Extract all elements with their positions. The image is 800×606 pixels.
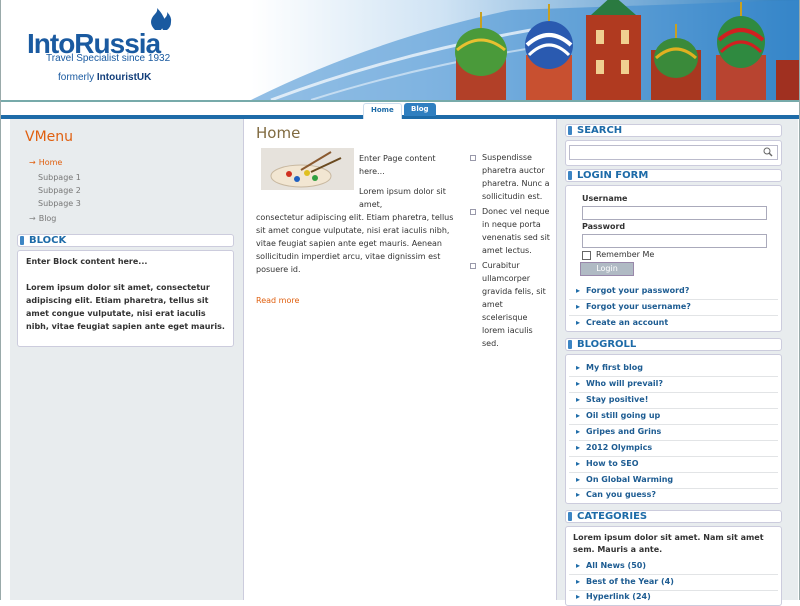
blogroll-item[interactable]: 2012 Olympics (576, 443, 652, 452)
vmenu-item-label: Home (38, 158, 63, 167)
logo-former: formerly IntouristUK (58, 72, 151, 83)
blogroll-item[interactable]: Can you guess? (576, 490, 656, 499)
password-label: Password (582, 222, 626, 231)
blogroll-header: BLOGROLL (565, 338, 782, 351)
blogroll-item[interactable]: Gripes and Grins (576, 427, 661, 436)
page-body-top: Lorem ipsum dolor sit amet, (359, 187, 446, 209)
categories-header: CATEGORIES (565, 510, 782, 523)
blogroll-item[interactable]: On Global Warming (576, 475, 673, 484)
page-title: Home (256, 124, 301, 142)
divider (569, 424, 778, 425)
blogroll-item[interactable]: How to SEO (576, 459, 639, 468)
password-field[interactable] (582, 234, 767, 248)
vmenu-title: VMenu (25, 129, 74, 145)
site-logo[interactable]: IntoRussia Travel Specialist since 1932 … (27, 8, 207, 88)
page-body: consectetur adipiscing elit. Etiam phare… (256, 213, 454, 274)
divider (569, 590, 778, 591)
vmenu-item-home[interactable]: → Home (29, 158, 62, 167)
vmenu-item-blog[interactable]: → Blog (29, 214, 56, 223)
divider (569, 408, 778, 409)
login-header: LOGIN FORM (565, 169, 782, 182)
remember-me-checkbox[interactable] (582, 251, 591, 260)
forgot-password-link[interactable]: Forgot your password? (576, 286, 689, 295)
read-more-link[interactable]: Read more (256, 296, 299, 305)
divider (569, 392, 778, 393)
category-item[interactable]: Best of the Year (4) (576, 577, 674, 586)
username-label: Username (582, 194, 628, 203)
header-cathedral-banner (251, 0, 799, 100)
block-header: BLOCK (17, 234, 234, 247)
category-item[interactable]: All News (50) (576, 561, 646, 570)
search-input[interactable] (569, 145, 778, 160)
block-text: Lorem ipsum dolor sit amet, consectetur … (26, 283, 225, 331)
divider (569, 299, 778, 300)
blogroll-item[interactable]: Who will prevail? (576, 379, 663, 388)
forgot-username-link[interactable]: Forgot your username? (576, 302, 691, 311)
vmenu-item-subpage-2[interactable]: Subpage 2 (38, 186, 81, 195)
arrow-right-icon: → (29, 214, 36, 223)
vmenu-item-subpage-3[interactable]: Subpage 3 (38, 199, 81, 208)
site-header: IntoRussia Travel Specialist since 1932 … (1, 0, 799, 100)
divider (569, 315, 778, 316)
vmenu-item-subpage-1[interactable]: Subpage 1 (38, 173, 81, 182)
divider (569, 574, 778, 575)
logo-tagline: Travel Specialist since 1932 (46, 53, 171, 64)
logo-former-prefix: formerly (58, 72, 97, 83)
logo-former-brand: IntouristUK (96, 72, 152, 83)
divider (569, 440, 778, 441)
blogroll-item[interactable]: Stay positive! (576, 395, 648, 404)
arrow-right-icon: → (29, 158, 36, 167)
divider (569, 456, 778, 457)
login-button[interactable]: Login (580, 262, 634, 276)
search-header: SEARCH (565, 124, 782, 137)
categories-intro: Lorem ipsum dolor sit amet. Nam sit amet… (573, 533, 764, 554)
divider (569, 376, 778, 377)
create-account-link[interactable]: Create an account (576, 318, 668, 327)
divider (569, 488, 778, 489)
username-field[interactable] (582, 206, 767, 220)
page-intro: Enter Page content here... (359, 154, 436, 176)
tab-home[interactable]: Home (363, 103, 402, 120)
list-item: Suspendisse pharetra auctor pharetra. Nu… (470, 151, 550, 203)
vmenu-item-label: Blog (38, 214, 57, 223)
blogroll-item[interactable]: My first blog (576, 363, 643, 372)
palette-image (261, 148, 354, 190)
remember-me-label: Remember Me (596, 250, 655, 259)
divider (569, 472, 778, 473)
blogroll-item[interactable]: Oil still going up (576, 411, 660, 420)
list-item: Curabitur ullamcorper gravida felis, sit… (470, 259, 550, 350)
tab-blog[interactable]: Blog (404, 103, 436, 116)
block-intro: Enter Block content here... (26, 257, 148, 266)
search-icon[interactable] (763, 147, 773, 157)
bullet-list: Suspendisse pharetra auctor pharetra. Nu… (470, 151, 550, 352)
list-item: Donec vel neque in neque porta venenatis… (470, 205, 550, 257)
